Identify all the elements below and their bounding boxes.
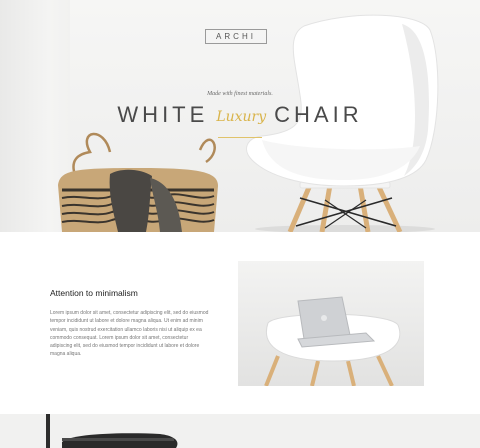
headline-word-left: WHITE <box>117 102 209 127</box>
hero-section: ARCHI Made with finest materials. WHITE … <box>0 0 480 232</box>
brand-logo[interactable]: ARCHI <box>205 29 267 44</box>
landing-page: ARCHI Made with finest materials. WHITE … <box>0 0 480 448</box>
next-section-preview <box>0 414 480 448</box>
headline-script-word: Luxury <box>216 109 267 125</box>
headline-word-right: CHAIR <box>274 102 363 127</box>
basket-image <box>58 132 218 232</box>
hero-headline: WHITE Luxury CHAIR <box>117 102 363 128</box>
feature-photo <box>238 261 424 386</box>
feature-body: Lorem ipsum dolor sit amet, consectetur … <box>50 310 209 358</box>
hero-tagline: Made with finest materials. <box>207 91 273 97</box>
feature-title: Attention to minimalism <box>50 288 138 298</box>
chair-shell-image <box>246 14 439 187</box>
next-section-image <box>0 414 480 448</box>
feature-section: Attention to minimalism Lorem ipsum dolo… <box>0 232 480 410</box>
headline-divider <box>218 137 262 138</box>
chair-shadow <box>255 225 435 232</box>
chair-legs-image <box>287 181 403 232</box>
laptop-on-chair-image <box>238 261 424 386</box>
logo-text: ARCHI <box>216 32 256 41</box>
